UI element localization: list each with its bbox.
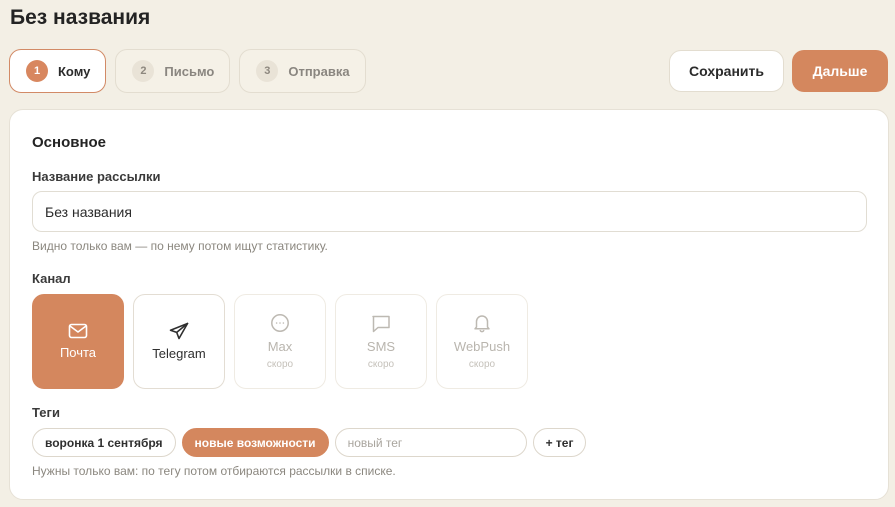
- coming-soon-label: скоро: [266, 359, 294, 370]
- tags-hint: Нужны только вам: по тегу потом отбирают…: [32, 464, 396, 478]
- name-label: Название рассылки: [32, 169, 161, 184]
- channel-label: Канал: [32, 271, 71, 286]
- chat-circle-icon: [270, 313, 290, 333]
- channel-label: Почта: [59, 345, 97, 360]
- stepper: 1 Кому 2 Письмо 3 Отправка: [9, 49, 366, 93]
- channel-telegram[interactable]: Telegram: [133, 294, 225, 389]
- coming-soon-label: скоро: [468, 359, 496, 370]
- channel-label: SMS: [366, 338, 396, 354]
- new-tag-input[interactable]: [334, 428, 527, 457]
- main-card: Основное Название рассылки Видно только …: [9, 109, 889, 500]
- name-hint: Видно только вам — по нему потом ищут ст…: [32, 239, 328, 253]
- step-letter[interactable]: 2 Письмо: [115, 49, 231, 93]
- step-label: Письмо: [164, 63, 215, 79]
- step-number: 1: [26, 60, 48, 82]
- name-input[interactable]: [32, 191, 867, 232]
- step-number: 3: [256, 60, 279, 82]
- step-sending[interactable]: 3 Отправка: [239, 49, 366, 93]
- channel-sms: SMS скоро: [335, 294, 427, 389]
- channel-label: WebPush: [453, 339, 511, 354]
- tags-label: Теги: [32, 405, 60, 420]
- step-label: Кому: [58, 63, 91, 79]
- bell-icon: [473, 313, 491, 333]
- page-title: Без названия: [10, 6, 151, 29]
- section-title: Основное: [32, 134, 107, 151]
- channel-label: Telegram: [152, 346, 206, 361]
- coming-soon-label: скоро: [367, 358, 395, 370]
- tag-list: воронка 1 сентября новые возможности + т…: [32, 428, 587, 457]
- tag-chip-selected[interactable]: новые возможности: [181, 428, 329, 457]
- add-tag-button[interactable]: + тег: [532, 428, 587, 457]
- channel-mail[interactable]: Почта: [32, 294, 124, 389]
- tag-chip[interactable]: воронка 1 сентября: [32, 428, 176, 457]
- channel-list: Почта Telegram Max скоро SMS скоро WebPu…: [32, 294, 528, 389]
- mail-icon: [68, 323, 88, 339]
- save-button[interactable]: Сохранить: [669, 50, 784, 92]
- step-recipients[interactable]: 1 Кому: [9, 49, 107, 93]
- channel-label: Max: [267, 339, 293, 354]
- step-label: Отправка: [288, 63, 350, 79]
- channel-webpush: WebPush скоро: [436, 294, 528, 389]
- step-number: 2: [132, 60, 155, 82]
- next-button[interactable]: Дальше: [792, 50, 888, 92]
- send-icon: [169, 322, 189, 340]
- channel-max: Max скоро: [234, 294, 326, 389]
- message-square-icon: [371, 314, 391, 333]
